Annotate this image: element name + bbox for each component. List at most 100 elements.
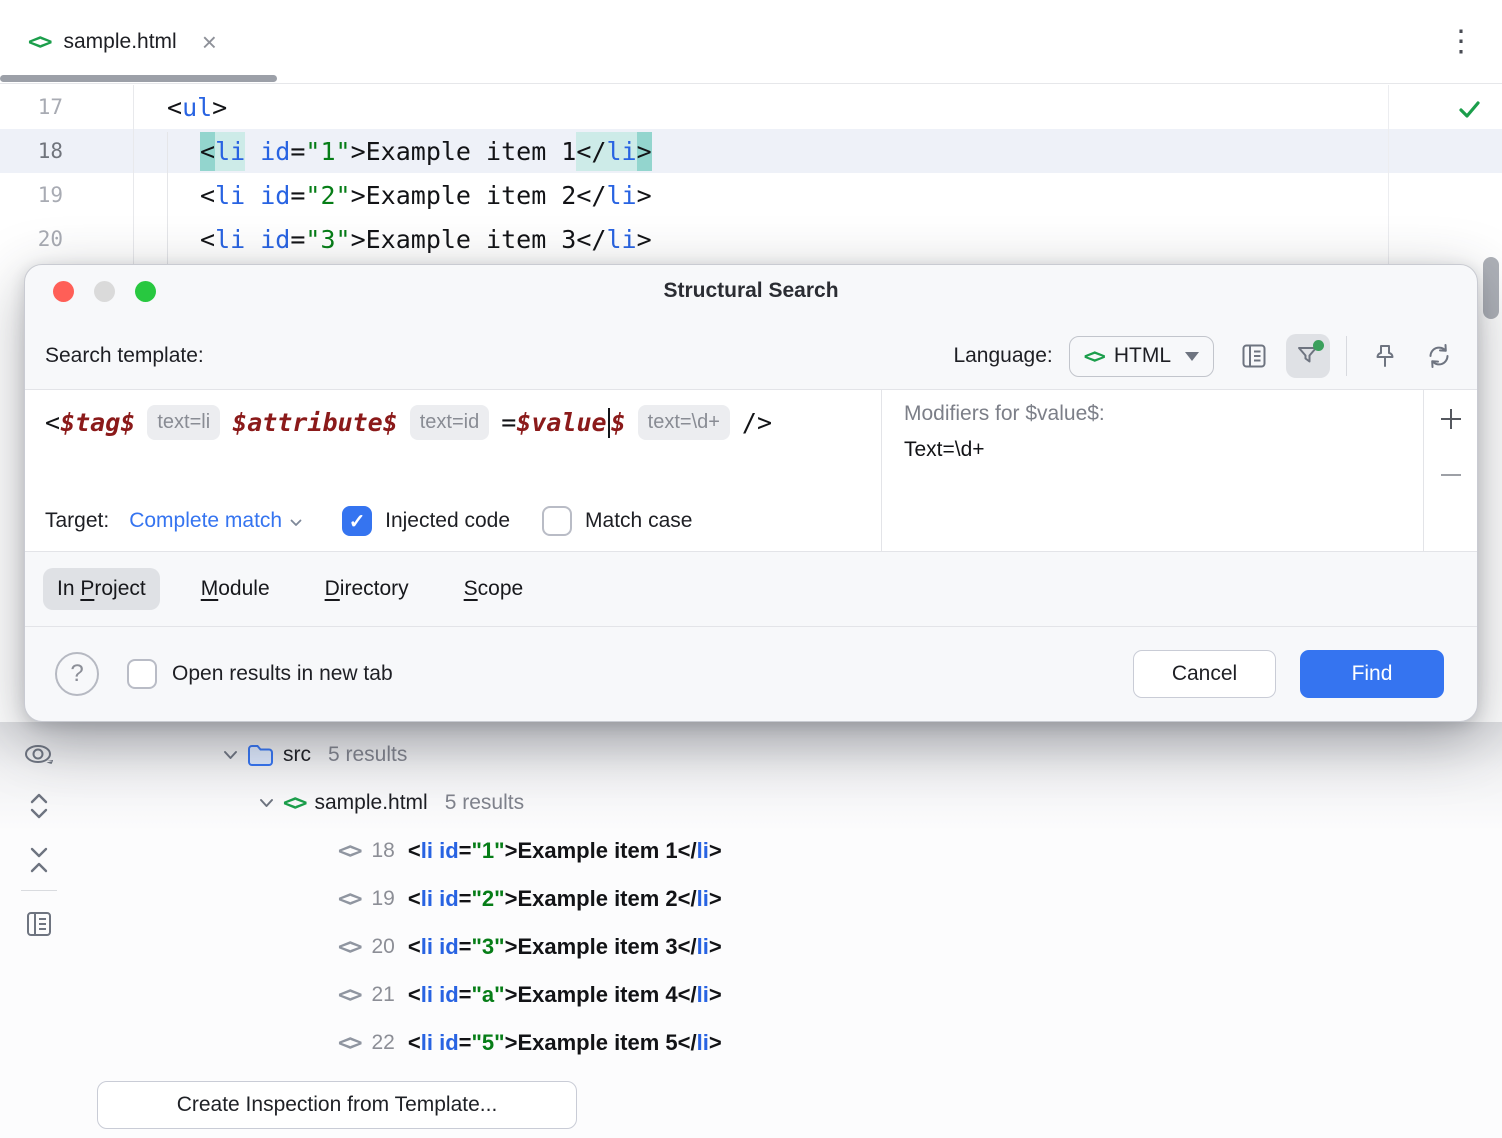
open-results-label: Open results in new tab <box>172 662 393 686</box>
search-template-label: Search template: <box>45 344 204 368</box>
window-controls <box>53 281 156 302</box>
tab-close-icon[interactable]: × <box>202 29 217 55</box>
window-zoom-button[interactable] <box>135 281 156 302</box>
scope-tab-scope[interactable]: Scope <box>450 568 538 610</box>
results-toolbar <box>0 722 78 1138</box>
editor-code-line[interactable]: <ul> <box>133 93 227 122</box>
tag-usage-icon: <> <box>338 935 361 960</box>
scope-tabs: In Project Module Directory Scope <box>25 552 1477 626</box>
result-count: 5 results <box>445 791 524 815</box>
folder-name: src <box>283 743 311 767</box>
tag-usage-icon: <> <box>338 1031 361 1056</box>
match-row[interactable]: <> 21 <li id="a">Example item 4</li> <box>78 971 1502 1019</box>
dropdown-arrow-icon <box>1185 352 1199 361</box>
template-editor-band: <$tag$text=li$attribute$text=id=$value$t… <box>25 389 1477 552</box>
folder-icon <box>247 744 274 767</box>
collapse-all-icon[interactable] <box>21 842 57 878</box>
toolbar-divider <box>1346 336 1347 376</box>
filter-icon[interactable] <box>1286 334 1330 378</box>
help-icon[interactable]: ? <box>55 652 99 696</box>
modifiers-title: Modifiers for $value$: <box>904 402 1423 426</box>
structural-search-dialog: Structural Search Search template: Langu… <box>24 264 1478 722</box>
chevron-down-icon <box>290 519 302 527</box>
open-in-find-window-icon[interactable] <box>21 906 57 942</box>
indent-guide <box>167 132 168 265</box>
chevron-down-icon[interactable] <box>258 798 274 808</box>
language-label: Language: <box>953 344 1052 368</box>
dialog-footer: ? Open results in new tab Cancel Find <box>25 626 1477 721</box>
target-select[interactable]: Complete match <box>129 509 302 533</box>
language-value: HTML <box>1114 344 1171 368</box>
language-select[interactable]: <> HTML <box>1069 336 1214 377</box>
gutter-separator <box>133 85 134 265</box>
results-tree: src 5 results <> sample.html 5 results <… <box>78 722 1502 1067</box>
window-close-button[interactable] <box>53 281 74 302</box>
match-row[interactable]: <> 22 <li id="5">Example item 5</li> <box>78 1019 1502 1067</box>
search-template-input[interactable]: <$tag$text=li$attribute$text=id=$value$t… <box>45 405 881 440</box>
open-results-checkbox[interactable] <box>127 659 157 689</box>
create-inspection-button[interactable]: Create Inspection from Template... <box>97 1081 577 1129</box>
tag-usage-icon: <> <box>338 839 361 864</box>
target-value: Complete match <box>129 509 282 533</box>
dialog-header: Structural Search <box>25 265 1477 323</box>
expand-all-icon[interactable] <box>21 788 57 824</box>
chevron-down-icon[interactable] <box>222 750 238 760</box>
html-language-icon: <> <box>1084 344 1104 368</box>
editor-line[interactable]: 19 <li id="2">Example item 2</li> <box>0 173 1502 217</box>
editor-line[interactable]: 17 <ul> <box>0 85 1502 129</box>
code-editor[interactable]: 17 <ul> 18 <li id="1">Example item 1</li… <box>0 85 1502 265</box>
line-number: 17 <box>0 95 133 119</box>
match-row[interactable]: <> 20 <li id="3">Example item 3</li> <box>78 923 1502 971</box>
tag-usage-icon: <> <box>338 887 361 912</box>
editor-code-line[interactable]: <li id="3">Example item 3</li> <box>133 225 652 254</box>
match-row[interactable]: <> 19 <li id="2">Example item 2</li> <box>78 875 1502 923</box>
scope-tab-directory[interactable]: Directory <box>311 568 423 610</box>
template-header-row: Search template: Language: <> HTML <box>25 323 1477 389</box>
editor-tab-sample-html[interactable]: <> sample.html × <box>0 0 217 84</box>
filter-active-dot <box>1313 340 1324 351</box>
match-row[interactable]: <> 18 <li id="1">Example item 1</li> <box>78 827 1502 875</box>
modifiers-panel[interactable]: Modifiers for $value$: Text=\d+ <box>881 390 1424 551</box>
editor-line[interactable]: 20 <li id="3">Example item 3</li> <box>0 217 1502 261</box>
reset-icon[interactable] <box>1417 334 1461 378</box>
pin-icon[interactable] <box>1363 334 1407 378</box>
dialog-title: Structural Search <box>25 265 1477 303</box>
scope-tab-module[interactable]: Module <box>187 568 284 610</box>
match-line-number: 20 <box>372 935 395 959</box>
tree-row-src-folder[interactable]: src 5 results <box>78 731 1502 779</box>
tag-usage-icon: <> <box>338 983 361 1008</box>
right-margin-line <box>1388 85 1389 265</box>
html-file-icon: <> <box>28 30 51 55</box>
tree-row-sample-html[interactable]: <> sample.html 5 results <box>78 779 1502 827</box>
match-case-checkbox[interactable] <box>542 506 572 536</box>
remove-modifier-button[interactable] <box>1436 460 1466 490</box>
target-label: Target: <box>45 509 109 533</box>
find-button[interactable]: Find <box>1300 650 1444 698</box>
match-line-number: 18 <box>372 839 395 863</box>
match-case-label: Match case <box>585 509 692 533</box>
editor-line-current[interactable]: 18 <li id="1">Example item 1</li> <box>0 129 1502 173</box>
tab-title: sample.html <box>64 30 177 54</box>
editor-code-line[interactable]: <li id="2">Example item 2</li> <box>133 181 652 210</box>
cancel-button[interactable]: Cancel <box>1133 650 1276 698</box>
line-number: 18 <box>0 139 133 163</box>
editor-options-kebab-icon[interactable]: ⋮ <box>1444 22 1478 62</box>
editor-tab-bar: <> sample.html × ⋮ <box>0 0 1502 84</box>
toolbar-divider <box>21 890 57 891</box>
saved-templates-icon[interactable] <box>1232 334 1276 378</box>
injected-code-checkbox[interactable]: ✓ <box>342 506 372 536</box>
modifiers-value: Text=\d+ <box>904 438 1423 462</box>
line-number: 19 <box>0 183 133 207</box>
result-count: 5 results <box>328 743 407 767</box>
editor-scrollbar-thumb[interactable] <box>1483 257 1499 319</box>
file-name: sample.html <box>315 791 428 815</box>
add-modifier-button[interactable] <box>1436 404 1466 434</box>
inspections-ok-check-icon[interactable] <box>1456 96 1483 123</box>
editor-code-line[interactable]: <li id="1">Example item 1</li> <box>133 137 652 166</box>
preview-usages-eye-icon[interactable] <box>21 738 57 774</box>
line-number: 20 <box>0 227 133 251</box>
find-results-panel: src 5 results <> sample.html 5 results <… <box>0 722 1502 1138</box>
scope-tab-in-project[interactable]: In Project <box>43 568 160 610</box>
injected-code-label: Injected code <box>385 509 510 533</box>
match-line-number: 21 <box>372 983 395 1007</box>
